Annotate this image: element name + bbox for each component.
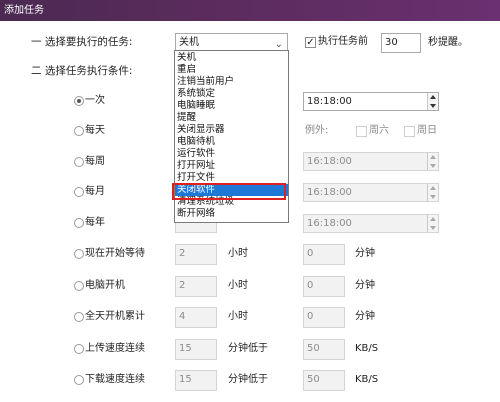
except-saturday-checkbox[interactable] bbox=[356, 126, 367, 137]
download-minutes-input[interactable]: 15 bbox=[175, 370, 217, 391]
poweron-hours-unit: 小时 bbox=[228, 280, 248, 291]
download-kbs-unit: KB/S bbox=[355, 374, 379, 385]
exec-before-label: 执行任务前 bbox=[318, 36, 368, 47]
dropdown-item-logoff[interactable]: 注销当前用户 bbox=[175, 76, 288, 88]
dropdown-item-shutdown[interactable]: 关机 bbox=[175, 52, 288, 64]
radio-daily-label: 每天 bbox=[85, 125, 105, 136]
remind-seconds-suffix: 秒提醒。 bbox=[428, 37, 468, 48]
radio-pc-power-on-label: 电脑开机 bbox=[85, 280, 125, 291]
window-title: 添加任务 bbox=[4, 5, 44, 16]
exceptions-label: 例外: bbox=[305, 125, 329, 136]
radio-wait-from-now-label: 现在开始等待 bbox=[85, 248, 145, 259]
poweron-minutes-unit: 分钟 bbox=[355, 280, 375, 291]
weekly-time-input[interactable]: 16:18:00 bbox=[303, 152, 439, 171]
highlight-annotation-box bbox=[172, 183, 286, 200]
section-conditions-label: 二 选择任务执行条件: bbox=[31, 65, 133, 77]
except-sunday-label: 周日 bbox=[417, 125, 437, 136]
weekly-time-spinner[interactable] bbox=[427, 153, 438, 170]
download-below-label: 分钟低于 bbox=[228, 374, 268, 385]
monthly-time-spinner[interactable] bbox=[427, 184, 438, 201]
exec-before-checkbox[interactable]: ✓ bbox=[305, 37, 316, 48]
radio-daily[interactable] bbox=[74, 126, 84, 136]
download-kbs-input[interactable]: 50 bbox=[303, 370, 345, 391]
radio-monthly[interactable] bbox=[74, 187, 84, 197]
upload-kbs-unit: KB/S bbox=[355, 343, 379, 354]
uptime-hours-unit: 小时 bbox=[228, 311, 248, 322]
radio-yearly-label: 每年 bbox=[85, 217, 105, 228]
dropdown-item-remind[interactable]: 提醒 bbox=[175, 112, 288, 124]
radio-weekly-label: 每周 bbox=[85, 156, 105, 167]
uptime-minutes-unit: 分钟 bbox=[355, 311, 375, 322]
weekly-time-value: 16:18:00 bbox=[307, 156, 352, 167]
wait-minutes-input[interactable]: 0 bbox=[303, 244, 345, 265]
radio-uptime-total[interactable] bbox=[74, 312, 84, 322]
dropdown-item-restart[interactable]: 重启 bbox=[175, 64, 288, 76]
once-time-input[interactable]: 18:18:00 bbox=[303, 92, 439, 111]
upload-minutes-input[interactable]: 15 bbox=[175, 339, 217, 360]
remind-seconds-input[interactable]: 30 bbox=[381, 33, 421, 53]
radio-weekly[interactable] bbox=[74, 157, 84, 167]
upload-below-label: 分钟低于 bbox=[228, 343, 268, 354]
uptime-hours-input[interactable]: 4 bbox=[175, 307, 217, 328]
yearly-time-spinner[interactable] bbox=[427, 215, 438, 232]
dropdown-item-open-url[interactable]: 打开网址 bbox=[175, 160, 288, 172]
dropdown-item-monitor-off[interactable]: 关闭显示器 bbox=[175, 124, 288, 136]
radio-pc-power-on[interactable] bbox=[74, 281, 84, 291]
dropdown-item-standby[interactable]: 电脑待机 bbox=[175, 136, 288, 148]
radio-yearly[interactable] bbox=[74, 218, 84, 228]
dropdown-item-disconnect-network[interactable]: 断开网络 bbox=[175, 208, 288, 220]
section-select-task-label: 一 选择要执行的任务: bbox=[31, 36, 133, 48]
upload-kbs-input[interactable]: 50 bbox=[303, 339, 345, 360]
once-time-spinner[interactable] bbox=[427, 93, 438, 110]
radio-monthly-label: 每月 bbox=[85, 186, 105, 197]
dropdown-item-lock[interactable]: 系统锁定 bbox=[175, 88, 288, 100]
window-titlebar: 添加任务 bbox=[0, 0, 500, 21]
radio-upload-speed[interactable] bbox=[74, 344, 84, 354]
radio-download-speed[interactable] bbox=[74, 375, 84, 385]
wait-minutes-unit: 分钟 bbox=[355, 248, 375, 259]
radio-wait-from-now[interactable] bbox=[74, 249, 84, 259]
yearly-time-value: 16:18:00 bbox=[307, 218, 352, 229]
except-saturday-label: 周六 bbox=[369, 125, 389, 136]
radio-once-label: 一次 bbox=[85, 95, 105, 106]
wait-hours-unit: 小时 bbox=[228, 248, 248, 259]
monthly-time-value: 16:18:00 bbox=[307, 187, 352, 198]
except-sunday-checkbox[interactable] bbox=[404, 126, 415, 137]
poweron-hours-input[interactable]: 2 bbox=[175, 276, 217, 297]
dropdown-item-sleep[interactable]: 电脑睡眠 bbox=[175, 100, 288, 112]
radio-once[interactable] bbox=[74, 96, 84, 106]
radio-uptime-total-label: 全天开机累计 bbox=[85, 311, 145, 322]
poweron-minutes-input[interactable]: 0 bbox=[303, 276, 345, 297]
task-select-value: 关机 bbox=[179, 37, 199, 48]
radio-download-speed-label: 下载速度连续 bbox=[85, 374, 145, 385]
dropdown-item-run-software[interactable]: 运行软件 bbox=[175, 148, 288, 160]
uptime-minutes-input[interactable]: 0 bbox=[303, 307, 345, 328]
wait-hours-input[interactable]: 2 bbox=[175, 244, 217, 265]
radio-upload-speed-label: 上传速度连续 bbox=[85, 343, 145, 354]
yearly-time-input[interactable]: 16:18:00 bbox=[303, 214, 439, 233]
monthly-time-input[interactable]: 16:18:00 bbox=[303, 183, 439, 202]
once-time-value: 18:18:00 bbox=[307, 96, 352, 107]
